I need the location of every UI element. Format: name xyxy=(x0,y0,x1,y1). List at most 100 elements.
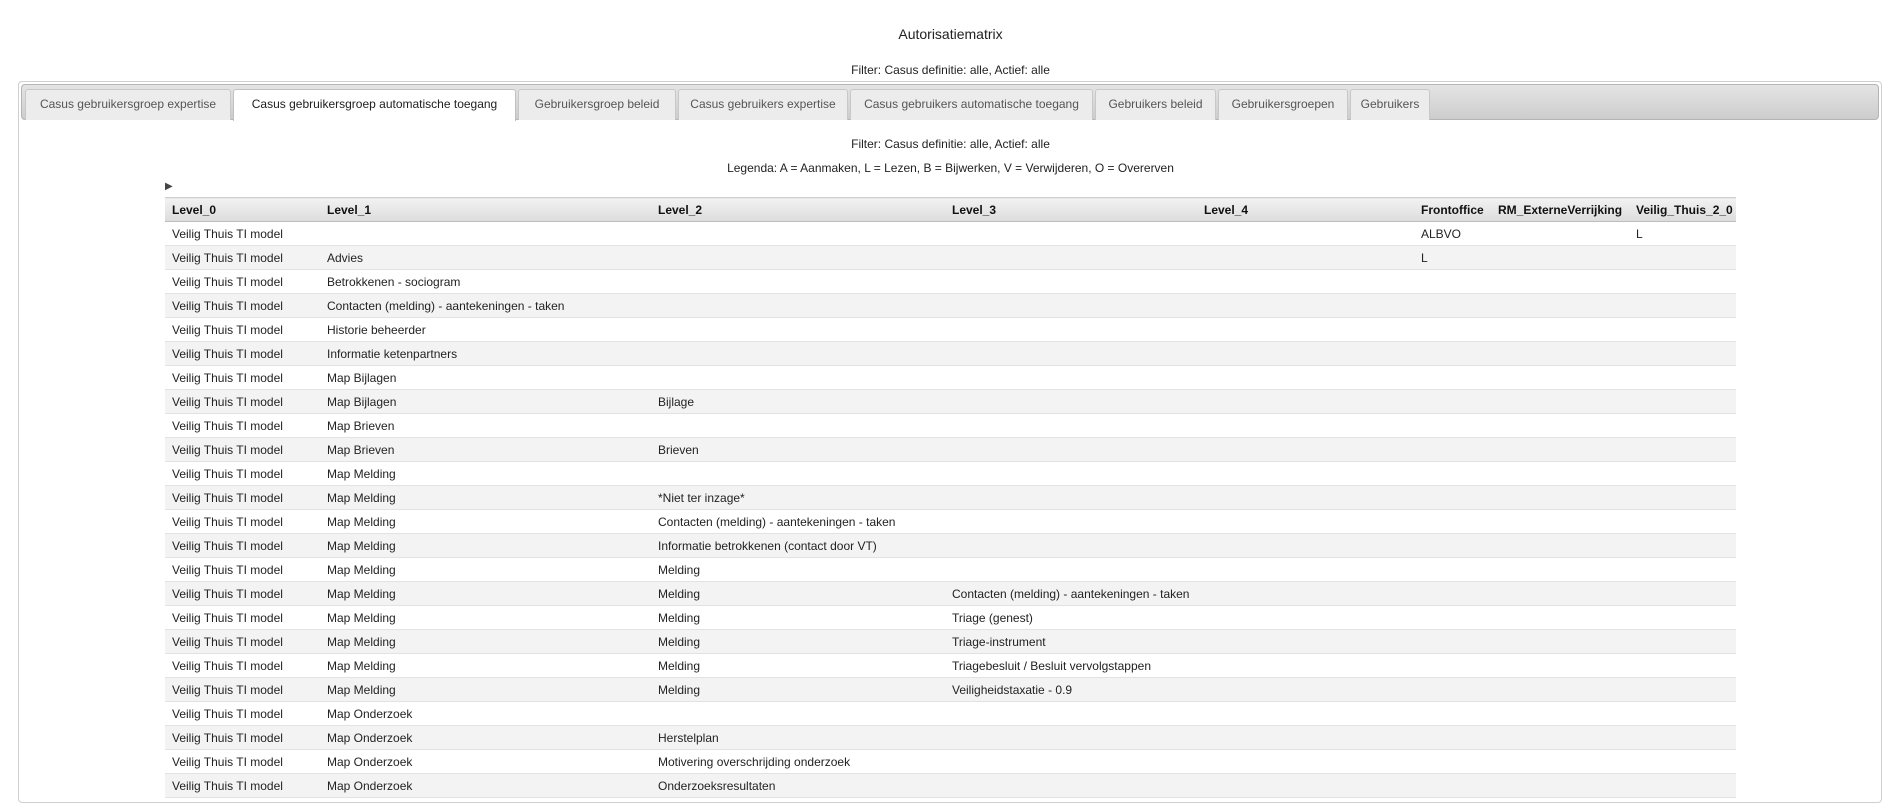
column-header-level-2[interactable]: Level_2 xyxy=(651,197,945,222)
column-header-level-1[interactable]: Level_1 xyxy=(320,197,651,222)
cell-level-4 xyxy=(1197,269,1414,294)
cell-level-2 xyxy=(651,293,945,318)
tab-gebruikers-beleid[interactable]: Gebruikers beleid xyxy=(1095,89,1216,120)
cell-level-0: Veilig Thuis TI model xyxy=(165,437,320,462)
cell-frontoffice: ALBVO xyxy=(1414,221,1491,246)
table-row: Veilig Thuis TI model Map Melding Melding T… xyxy=(165,629,1736,654)
cell-level-3 xyxy=(945,485,1197,510)
cell-level-4 xyxy=(1197,557,1414,582)
cell-level-3: Triage-instrument xyxy=(945,629,1197,654)
table-row: Veilig Thuis TI model Map Onderzoek xyxy=(165,701,1736,726)
column-header-level-0[interactable]: Level_0 xyxy=(165,197,320,222)
cell-rm-externeverrijking xyxy=(1491,245,1629,270)
cell-level-2 xyxy=(651,245,945,270)
cell-level-3 xyxy=(945,557,1197,582)
cell-level-1: Informatie ketenpartners xyxy=(320,341,651,366)
cell-veilig-thuis-2-0 xyxy=(1629,653,1736,678)
cell-frontoffice xyxy=(1414,509,1491,534)
cell-level-1: Map Melding xyxy=(320,557,651,582)
cell-level-3: Veiligheidstaxatie - 0.9 xyxy=(945,677,1197,702)
cell-level-0: Veilig Thuis TI model xyxy=(165,773,320,798)
cell-rm-externeverrijking xyxy=(1491,677,1629,702)
cell-rm-externeverrijking xyxy=(1491,629,1629,654)
cell-frontoffice xyxy=(1414,389,1491,414)
tab-casus-gebruikers-automatische-toegang[interactable]: Casus gebruikers automatische toegang xyxy=(850,89,1093,120)
table-row: Veilig Thuis TI model ALBVO L xyxy=(165,221,1736,246)
cell-level-1: Map Melding xyxy=(320,677,651,702)
cell-frontoffice xyxy=(1414,557,1491,582)
cell-frontoffice xyxy=(1414,461,1491,486)
cell-rm-externeverrijking xyxy=(1491,701,1629,726)
cell-veilig-thuis-2-0 xyxy=(1629,341,1736,366)
cell-level-4 xyxy=(1197,341,1414,366)
cell-rm-externeverrijking xyxy=(1491,749,1629,774)
cell-frontoffice xyxy=(1414,269,1491,294)
cell-level-4 xyxy=(1197,773,1414,798)
cell-level-4 xyxy=(1197,413,1414,438)
tab-gebruikers[interactable]: Gebruikers xyxy=(1350,89,1430,120)
cell-level-1: Map Onderzoek xyxy=(320,701,651,726)
cell-veilig-thuis-2-0 xyxy=(1629,245,1736,270)
cell-veilig-thuis-2-0 xyxy=(1629,533,1736,558)
cell-level-2 xyxy=(651,341,945,366)
cell-level-0: Veilig Thuis TI model xyxy=(165,293,320,318)
triangle-right-icon[interactable]: ▶ xyxy=(165,181,173,192)
cell-level-2 xyxy=(651,701,945,726)
cell-veilig-thuis-2-0 xyxy=(1629,509,1736,534)
cell-level-1: Map Brieven xyxy=(320,413,651,438)
cell-level-0: Veilig Thuis TI model xyxy=(165,221,320,246)
legend-text: Legenda: A = Aanmaken, L = Lezen, B = Bi… xyxy=(727,161,1174,175)
cell-rm-externeverrijking xyxy=(1491,533,1629,558)
cell-rm-externeverrijking xyxy=(1491,653,1629,678)
table-row: Veilig Thuis TI model Map Melding Melding T… xyxy=(165,653,1736,678)
tab-gebruikersgroep-beleid[interactable]: Gebruikersgroep beleid xyxy=(518,89,676,120)
cell-level-2: Melding xyxy=(651,557,945,582)
cell-frontoffice xyxy=(1414,533,1491,558)
table-row: Veilig Thuis TI model Informatie ketenpar… xyxy=(165,341,1736,366)
cell-level-0: Veilig Thuis TI model xyxy=(165,653,320,678)
cell-level-2 xyxy=(651,413,945,438)
cell-veilig-thuis-2-0 xyxy=(1629,413,1736,438)
cell-veilig-thuis-2-0 xyxy=(1629,557,1736,582)
table-row: Veilig Thuis TI model Map Melding xyxy=(165,461,1736,486)
cell-level-3 xyxy=(945,509,1197,534)
cell-level-2: Melding xyxy=(651,629,945,654)
table-row: Veilig Thuis TI model Map Melding Melding V… xyxy=(165,677,1736,702)
tab-casus-gebruikers-expertise[interactable]: Casus gebruikers expertise xyxy=(678,89,848,120)
cell-frontoffice xyxy=(1414,317,1491,342)
cell-level-4 xyxy=(1197,701,1414,726)
table-row: Veilig Thuis TI model Map Melding Melding T… xyxy=(165,605,1736,630)
cell-frontoffice xyxy=(1414,437,1491,462)
column-header-level-3[interactable]: Level_3 xyxy=(945,197,1197,222)
tab-gebruikersgroepen[interactable]: Gebruikersgroepen xyxy=(1218,89,1348,120)
cell-level-4 xyxy=(1197,533,1414,558)
column-header-rm-externeverrijking[interactable]: RM_ExterneVerrijking xyxy=(1491,197,1629,222)
cell-veilig-thuis-2-0 xyxy=(1629,605,1736,630)
cell-level-0: Veilig Thuis TI model xyxy=(165,749,320,774)
table-row: Veilig Thuis TI model Map Bijlagen Bijlage xyxy=(165,389,1736,414)
cell-level-4 xyxy=(1197,485,1414,510)
cell-level-0: Veilig Thuis TI model xyxy=(165,461,320,486)
cell-level-2: Melding xyxy=(651,653,945,678)
column-header-frontoffice[interactable]: Frontoffice xyxy=(1414,197,1491,222)
tab-casus-gebruikersgroep-expertise[interactable]: Casus gebruikersgroep expertise xyxy=(25,89,231,120)
cell-veilig-thuis-2-0 xyxy=(1629,749,1736,774)
cell-rm-externeverrijking xyxy=(1491,773,1629,798)
cell-level-2: Onderzoeksresultaten xyxy=(651,773,945,798)
table-body: Veilig Thuis TI model ALBVO L Veilig Thuis … xyxy=(165,221,1736,798)
cell-level-1: Map Melding xyxy=(320,653,651,678)
cell-level-2: Melding xyxy=(651,677,945,702)
cell-veilig-thuis-2-0 xyxy=(1629,293,1736,318)
cell-level-0: Veilig Thuis TI model xyxy=(165,629,320,654)
cell-veilig-thuis-2-0 xyxy=(1629,485,1736,510)
tab-casus-gebruikersgroep-automatische-toegang[interactable]: Casus gebruikersgroep automatische toega… xyxy=(233,89,516,121)
cell-level-0: Veilig Thuis TI model xyxy=(165,677,320,702)
cell-level-4 xyxy=(1197,605,1414,630)
cell-level-1: Map Onderzoek xyxy=(320,725,651,750)
cell-level-2: Informatie betrokkenen (contact door VT) xyxy=(651,533,945,558)
cell-frontoffice: L xyxy=(1414,245,1491,270)
cell-frontoffice xyxy=(1414,581,1491,606)
column-header-veilig-thuis-2-0[interactable]: Veilig_Thuis_2_0 xyxy=(1629,197,1736,222)
column-header-level-4[interactable]: Level_4 xyxy=(1197,197,1414,222)
cell-level-1: Map Onderzoek xyxy=(320,749,651,774)
